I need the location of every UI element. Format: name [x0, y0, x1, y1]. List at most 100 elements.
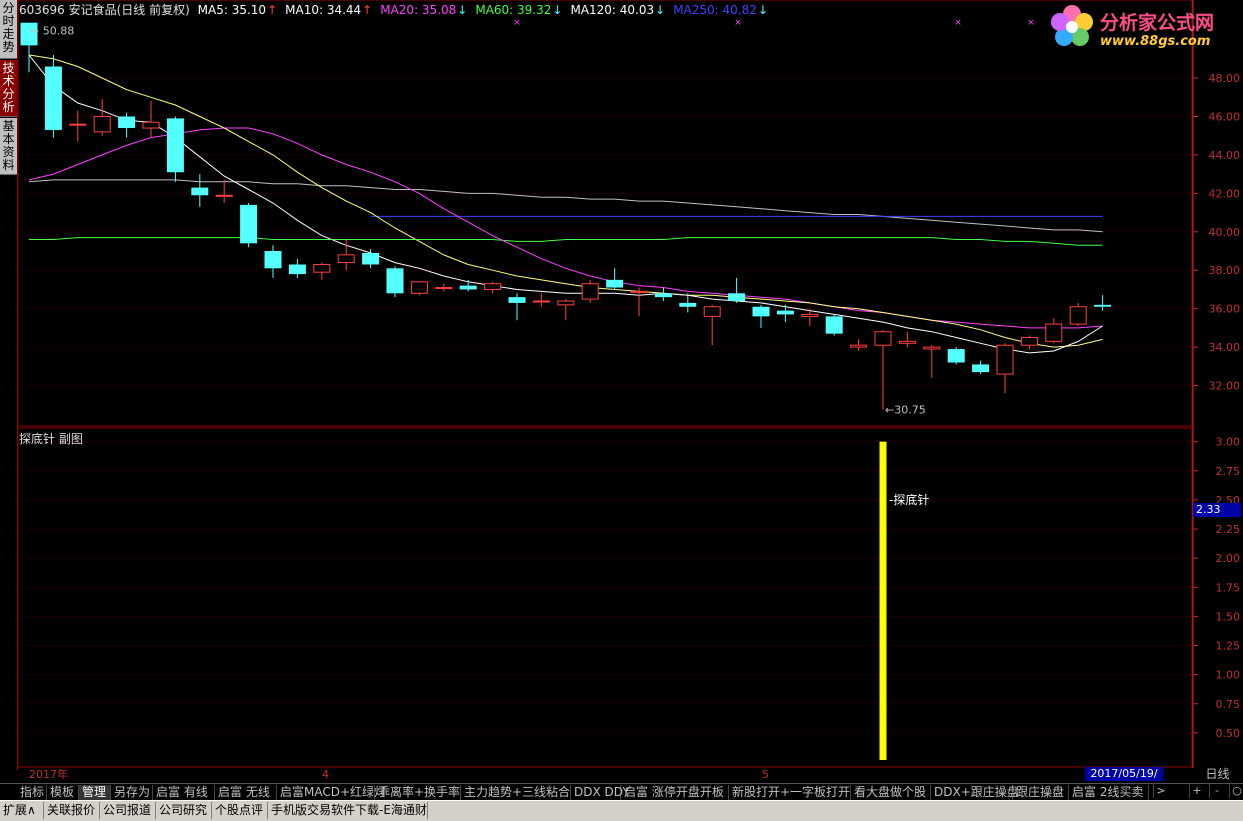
candle-body [337, 254, 355, 264]
bottom-tab[interactable]: 个股点评 [212, 802, 268, 819]
candle-body [93, 115, 111, 133]
candle-body [484, 283, 502, 290]
candle [93, 99, 111, 136]
toolbar-item[interactable]: 启富 无线 [215, 785, 277, 800]
candle [874, 329, 892, 410]
candle-body [1094, 304, 1112, 307]
candle [459, 279, 477, 292]
candle-body [191, 187, 209, 196]
toolbar-item[interactable]: 模板 [47, 785, 79, 800]
ma-arrow-icon: ↓ [552, 3, 563, 17]
toolbar-item[interactable]: 指标 [17, 785, 47, 800]
low-price-label: ←30.75 [885, 404, 926, 417]
candle [118, 112, 136, 138]
high-price-label: ← 50.88 [30, 25, 74, 38]
candle-body [288, 264, 306, 275]
bottom-tab[interactable]: 公司研究 [156, 802, 212, 819]
toolbar-nav-button[interactable]: > [1153, 784, 1168, 798]
candle-body [386, 268, 404, 294]
bottom-tab[interactable]: 公司报道 [100, 802, 156, 819]
candle [508, 293, 526, 321]
toolbar-item[interactable]: DDX+跟庄操盘 [931, 785, 1019, 800]
candle-body [606, 279, 624, 288]
toolbar-item[interactable]: 新股打开+一字板打开 [729, 785, 851, 800]
candle-body [728, 293, 746, 301]
indicator-toolbar: 指标 模板 管理 另存为 启富 有线 启富 无线 启富MACD+红绿灯 乖离率+换手率 主力趋势… [0, 783, 1243, 801]
event-marker-icon: × [513, 18, 521, 28]
candle [1045, 318, 1063, 344]
price-tick-label: 44.00 [1209, 149, 1241, 162]
tab-fundamentals[interactable]: 基本资料 [0, 118, 17, 175]
candle [337, 239, 355, 271]
price-tick-label: 36.00 [1209, 303, 1241, 316]
candle [362, 249, 380, 269]
candle [630, 287, 648, 317]
sub-chart-title: 探底针 副图 [19, 432, 83, 446]
bottom-tab[interactable]: 手机版交易软件下载-E海通财 [268, 802, 428, 819]
signal-label: -探底针 [889, 492, 929, 507]
candle-body [459, 285, 477, 290]
toolbar-nav-button[interactable]: + [1189, 784, 1204, 798]
sub-current-value: 2.33 [1193, 503, 1241, 517]
sub-tick-label: 2.00 [1216, 552, 1241, 565]
ma20-line [28, 127, 1103, 329]
tab-intraday[interactable]: 分时走势 [0, 0, 17, 59]
candle-body [752, 306, 770, 317]
price-tick-label: 32.00 [1209, 380, 1241, 393]
candle [825, 314, 843, 336]
candle-body [166, 118, 184, 173]
candle [288, 258, 306, 278]
candle [581, 279, 599, 303]
candle-body [923, 346, 941, 350]
toolbar-item[interactable]: 跟庄操盘 [1013, 785, 1069, 800]
candle-body [850, 344, 868, 348]
bottom-tab[interactable]: 扩展∧ [0, 802, 44, 819]
toolbar-item[interactable]: 主力趋势+三线粘合 [461, 785, 571, 800]
candle [142, 101, 160, 138]
toolbar-item[interactable]: 乖离率+换手率 [375, 785, 461, 800]
toolbar-nav-button[interactable]: - [1209, 784, 1224, 798]
toolbar-item[interactable]: 管理 [79, 785, 111, 800]
time-label-year: 2017年 [29, 768, 68, 781]
candle-body [1069, 306, 1087, 325]
sub-tick-label: 0.50 [1216, 727, 1241, 740]
candle [557, 299, 575, 321]
stock-title: 603696 安记食品(日线 前复权) [19, 3, 190, 17]
toolbar-item[interactable]: 启富MACD+红绿灯 [277, 785, 386, 800]
price-tick-label: 38.00 [1209, 264, 1241, 277]
sub-tick-label: 1.50 [1216, 610, 1241, 623]
toolbar-item[interactable]: 启富 有线 [153, 785, 215, 800]
candle-body [118, 116, 136, 129]
ma-label: MA5: 35.10↑ [197, 3, 278, 17]
candle [484, 281, 502, 294]
candle-body [215, 194, 233, 197]
price-tick-label: 46.00 [1209, 110, 1241, 123]
event-marker-icon: × [734, 18, 742, 28]
ma120-line [28, 179, 1103, 233]
toolbar-nav-button[interactable]: ○ [1229, 784, 1243, 798]
toolbar-item[interactable]: 启富 2线买卖 [1069, 785, 1149, 800]
period-selector[interactable]: 日线 [1194, 767, 1241, 781]
time-label-may: 5 [762, 768, 769, 781]
ma-info-bar: 603696 安记食品(日线 前复权) MA5: 35.10↑ MA10: 34.… [19, 3, 780, 17]
candle [240, 202, 258, 248]
tab-technical-analysis[interactable]: 技术分析 [0, 60, 17, 117]
event-marker-icon: × [1027, 18, 1035, 28]
current-date: 2017/05/19/五 [1085, 767, 1163, 794]
candle-body [630, 290, 648, 293]
toolbar-item[interactable]: 启富 涨停开盘开板 [621, 785, 729, 800]
sub-tick-label: 2.25 [1216, 523, 1241, 536]
time-label-april: 4 [322, 768, 329, 781]
sub-tick-label: 1.75 [1216, 581, 1241, 594]
candle [606, 268, 624, 290]
candle-body [435, 287, 453, 290]
ma-arrow-icon: ↓ [457, 3, 468, 17]
candle [386, 266, 404, 298]
toolbar-item[interactable]: 另存为 [111, 785, 153, 800]
toolbar-item[interactable]: 看大盘做个股 [851, 785, 931, 800]
toolbar-item[interactable]: DDX DDY [571, 785, 630, 800]
kline-chart[interactable]: -探底针 48.00 46.00 44.00 42.00 40.00 38.00 36.00… [17, 0, 1243, 768]
bottom-tab[interactable]: 关联报价 [44, 802, 100, 819]
price-tick-label: 48.00 [1209, 72, 1241, 85]
candle-body [532, 300, 550, 303]
